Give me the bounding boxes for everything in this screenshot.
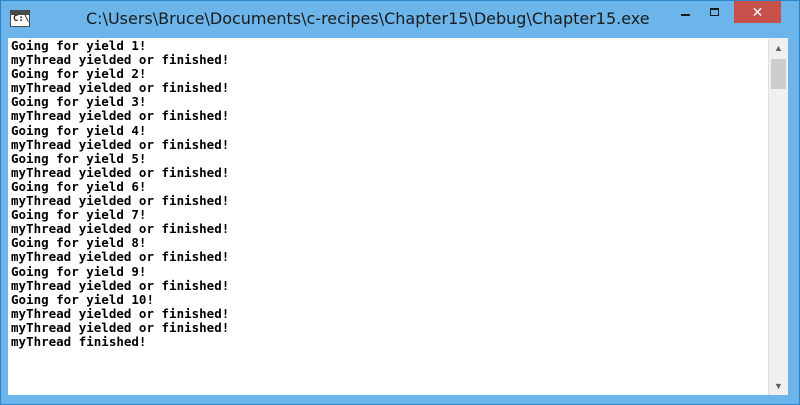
console-line: myThread yielded or finished!: [11, 193, 230, 209]
minimize-button[interactable]: [672, 1, 698, 23]
console-line: myThread yielded or finished!: [11, 108, 230, 124]
close-button[interactable]: ✕: [734, 1, 781, 23]
console-line: Going for yield 6!: [11, 178, 147, 194]
console-line: myThread yielded or finished!: [11, 249, 230, 265]
console-line: myThread yielded or finished!: [11, 305, 230, 321]
console-line: myThread yielded or finished!: [11, 319, 230, 335]
console-lines: Going for yield 1! myThread yielded or fi…: [11, 38, 230, 349]
console-line: myThread yielded or finished!: [11, 221, 230, 237]
window-frame-right: [789, 39, 799, 396]
window-frame-bottom: [1, 396, 799, 404]
minimize-icon: [680, 14, 690, 16]
scroll-down-arrow-icon[interactable]: ▼: [769, 376, 788, 395]
scrollbar-thumb[interactable]: [771, 59, 786, 89]
window-title: C:\Users\Bruce\Documents\c-recipes\Chapt…: [86, 9, 650, 28]
console-line: myThread yielded or finished!: [11, 80, 230, 96]
console-output[interactable]: Going for yield 1! myThread yielded or fi…: [8, 38, 768, 395]
vertical-scrollbar[interactable]: ▲ ▼: [768, 38, 788, 395]
console-line: myThread finished!: [11, 333, 147, 349]
title-bar[interactable]: C:\ C:\Users\Bruce\Documents\c-recipes\C…: [1, 1, 799, 39]
console-line: myThread yielded or finished!: [11, 52, 230, 68]
console-line: Going for yield 9!: [11, 263, 147, 279]
console-line: myThread yielded or finished!: [11, 277, 230, 293]
maximize-button[interactable]: [700, 1, 728, 23]
console-line: Going for yield 1!: [11, 38, 147, 53]
console-line: Going for yield 10!: [11, 291, 154, 307]
console-line: myThread yielded or finished!: [11, 164, 230, 180]
console-line: Going for yield 2!: [11, 66, 147, 82]
maximize-icon: [709, 8, 719, 16]
console-app-icon[interactable]: C:\: [10, 10, 30, 27]
console-line: Going for yield 8!: [11, 235, 147, 251]
console-line: Going for yield 7!: [11, 207, 147, 223]
console-line: Going for yield 3!: [11, 94, 147, 110]
close-icon: ✕: [751, 3, 764, 20]
scroll-up-arrow-icon[interactable]: ▲: [769, 38, 788, 57]
console-line: Going for yield 5!: [11, 150, 147, 166]
app-icon-prompt: C:\: [13, 14, 30, 24]
console-line: myThread yielded or finished!: [11, 136, 230, 152]
console-line: Going for yield 4!: [11, 122, 147, 138]
